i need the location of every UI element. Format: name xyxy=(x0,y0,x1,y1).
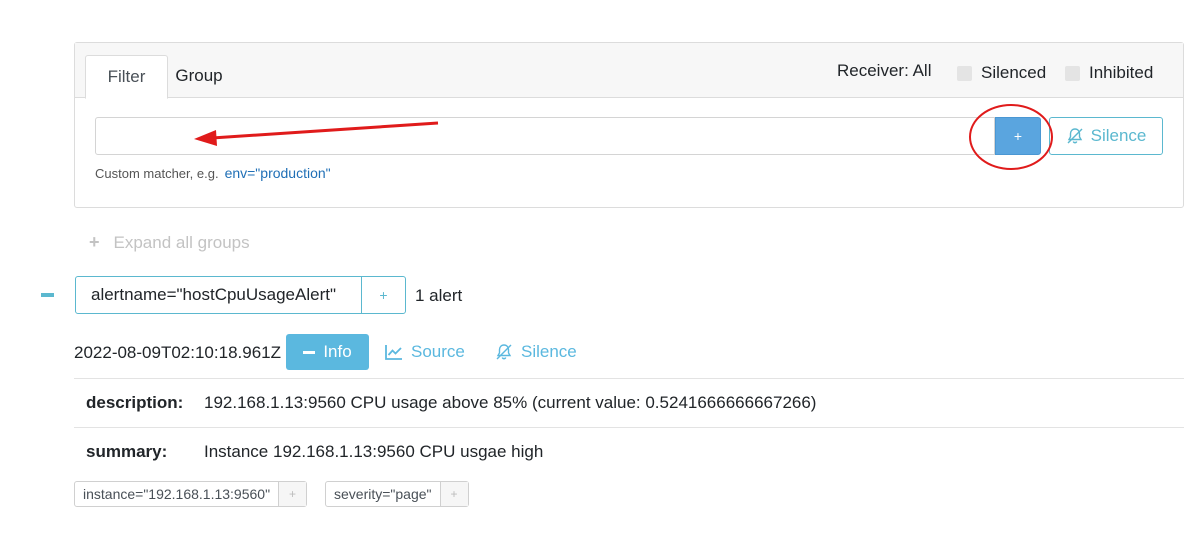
chart-line-icon xyxy=(385,345,402,360)
annotation-value: 192.168.1.13:9560 CPU usage above 85% (c… xyxy=(204,393,817,412)
group-label-text[interactable]: alertname="hostCpuUsageAlert" xyxy=(76,277,362,313)
alert-silence-link[interactable]: Silence xyxy=(495,342,577,362)
source-link[interactable]: Source xyxy=(385,342,465,362)
label-chip-add-button[interactable]: + xyxy=(440,482,468,506)
group-label: alertname="hostCpuUsageAlert" + xyxy=(75,276,406,314)
bell-slash-icon xyxy=(496,344,512,360)
collapse-group-icon[interactable] xyxy=(41,293,54,297)
alert-timestamp: 2022-08-09T02:10:18.961Z xyxy=(74,343,281,362)
label-chip-severity: severity="page" + xyxy=(325,481,469,507)
info-button-label: Info xyxy=(323,342,352,361)
expand-all-groups[interactable]: + Expand all groups xyxy=(89,232,250,253)
annotation-circle xyxy=(969,104,1053,170)
annotation-key: description: xyxy=(86,393,184,412)
group-add-filter-button[interactable]: + xyxy=(362,277,405,313)
label-chip-instance: instance="192.168.1.13:9560" + xyxy=(74,481,308,507)
label-chip-text[interactable]: instance="192.168.1.13:9560" xyxy=(75,482,280,506)
alert-silence-label: Silence xyxy=(521,342,577,361)
annotation-key: summary: xyxy=(86,442,168,461)
label-chip-text[interactable]: severity="page" xyxy=(326,482,441,506)
annotation-row: description: 192.168.1.13:9560 CPU usage… xyxy=(74,378,1184,427)
plus-icon: + xyxy=(89,232,100,252)
source-link-label: Source xyxy=(411,342,465,361)
annotation-row: summary: Instance 192.168.1.13:9560 CPU … xyxy=(74,427,1184,476)
minus-icon xyxy=(303,350,316,354)
annotation-value: Instance 192.168.1.13:9560 CPU usgae hig… xyxy=(204,442,544,461)
expand-all-label: Expand all groups xyxy=(113,232,250,252)
info-button[interactable]: Info xyxy=(286,334,369,370)
alert-count: 1 alert xyxy=(415,286,463,305)
label-chip-add-button[interactable]: + xyxy=(279,482,307,506)
